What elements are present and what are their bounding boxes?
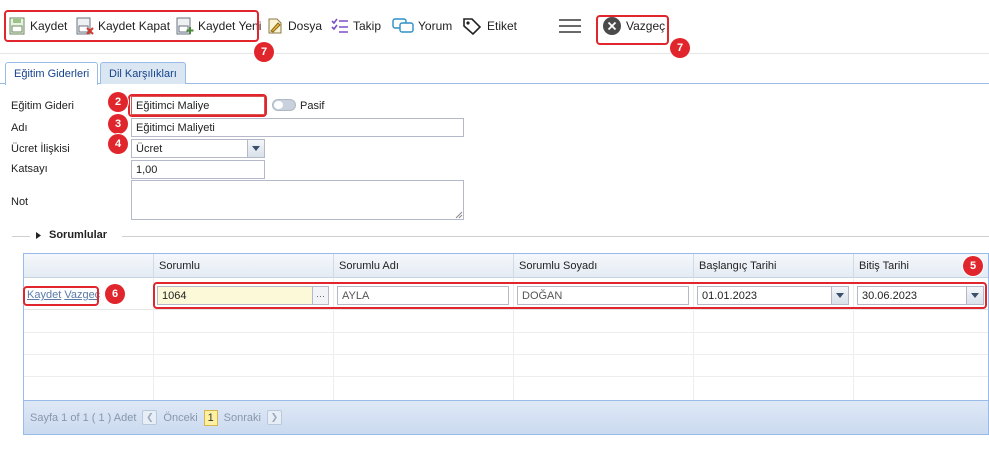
note-textarea[interactable] xyxy=(131,180,464,220)
cancel-button[interactable]: Vazgeç xyxy=(602,12,665,40)
row-actions: Kaydet Vazgeç xyxy=(27,289,100,301)
save-close-button[interactable]: Kaydet Kapat xyxy=(76,12,170,40)
responsible-name-input[interactable]: AYLA xyxy=(337,286,509,305)
close-circle-icon xyxy=(602,16,622,36)
column-header-surname[interactable]: Sorumlu Soyadı xyxy=(513,254,693,278)
column-header-name[interactable]: Sorumlu Adı xyxy=(333,254,513,278)
expense-input[interactable]: Eğitimci Maliye xyxy=(131,96,265,115)
save-new-icon xyxy=(176,16,194,36)
coefficient-input[interactable]: 1,00 xyxy=(131,160,265,179)
expense-label: Eğitim Gideri xyxy=(11,100,74,112)
table-row xyxy=(24,377,988,399)
chevron-down-icon[interactable] xyxy=(247,140,264,157)
row-save-link[interactable]: Kaydet xyxy=(27,289,61,301)
resize-handle-icon[interactable] xyxy=(455,211,463,219)
checklist-icon xyxy=(331,16,349,36)
tab-language-equivalents[interactable]: Dil Karşılıkları xyxy=(100,62,186,84)
passive-label: Pasif xyxy=(300,100,325,112)
start-date-select[interactable]: 01.01.2023 xyxy=(697,286,849,305)
tag-icon xyxy=(461,16,483,36)
annotation-badge-7b: 7 xyxy=(670,38,690,58)
file-button[interactable]: Dosya xyxy=(266,12,322,40)
row-cancel-link[interactable]: Vazgeç xyxy=(64,289,100,301)
save-button[interactable]: Kaydet xyxy=(8,12,67,40)
table-row xyxy=(24,333,988,355)
section-divider-right xyxy=(122,236,989,237)
annotation-badge-3: 3 xyxy=(108,114,128,134)
tag-button[interactable]: Etiket xyxy=(461,12,517,40)
menu-button[interactable] xyxy=(558,12,582,40)
column-header-start-date[interactable]: Başlangıç Tarihi xyxy=(693,254,853,278)
chevron-left-icon[interactable]: ❮ xyxy=(142,410,158,425)
tab-bar: Eğitim Giderleri Dil Karşılıkları xyxy=(0,60,989,85)
tab-training-expenses[interactable]: Eğitim Giderleri xyxy=(5,62,99,85)
annotation-badge-7a: 7 xyxy=(254,42,274,62)
toolbar: Kaydet Kaydet Kapat Kaydet Yeni Dosya Ta… xyxy=(0,0,989,54)
pager-next[interactable]: Sonraki xyxy=(224,412,261,424)
file-icon xyxy=(266,16,284,36)
chevron-down-icon[interactable] xyxy=(966,287,983,304)
comment-icon xyxy=(392,16,414,36)
pager-summary: Sayfa 1 of 1 ( 1 ) Adet xyxy=(30,411,137,424)
fee-relation-select[interactable]: Ücret xyxy=(131,139,265,158)
name-label: Adı xyxy=(11,122,28,134)
fee-relation-value: Ücret xyxy=(136,142,163,155)
table-row xyxy=(24,311,988,333)
comment-button[interactable]: Yorum xyxy=(392,12,452,40)
chevron-down-icon[interactable] xyxy=(831,287,848,304)
responsible-code-input[interactable]: 1064 ··· xyxy=(157,286,329,305)
save-icon xyxy=(8,16,26,36)
section-divider-left xyxy=(12,236,30,237)
annotation-badge-4: 4 xyxy=(108,134,128,154)
annotation-badge-5: 5 xyxy=(963,256,983,276)
passive-toggle[interactable] xyxy=(272,99,296,111)
section-header[interactable]: Sorumlular xyxy=(36,229,107,241)
follow-button[interactable]: Takip xyxy=(331,12,381,40)
caret-right-icon xyxy=(36,231,41,239)
grid-header: Sorumlu Sorumlu Adı Sorumlu Soyadı Başla… xyxy=(24,254,988,278)
table-row-editing: Kaydet Vazgeç 1064 ··· AYLA DOĞAN 01.01.… xyxy=(24,284,988,310)
pager-current-page[interactable]: 1 xyxy=(203,409,218,426)
section-title: Sorumlular xyxy=(49,229,108,241)
table-row xyxy=(24,355,988,377)
chevron-right-icon[interactable]: ❯ xyxy=(266,410,282,425)
save-new-button[interactable]: Kaydet Yeni xyxy=(176,12,261,40)
responsible-surname-input[interactable]: DOĞAN xyxy=(517,286,689,305)
pager: Sayfa 1 of 1 ( 1 ) Adet ❮ Önceki 1 Sonra… xyxy=(24,400,988,434)
responsible-grid: Sorumlu Sorumlu Adı Sorumlu Soyadı Başla… xyxy=(23,253,989,435)
save-close-icon xyxy=(76,16,94,36)
end-date-select[interactable]: 30.06.2023 xyxy=(857,286,984,305)
pager-prev[interactable]: Önceki xyxy=(163,412,197,424)
annotation-badge-6: 6 xyxy=(105,284,125,304)
name-input[interactable]: Eğitimci Maliyeti xyxy=(131,118,464,137)
coefficient-label: Katsayı xyxy=(11,163,48,175)
column-header-responsible[interactable]: Sorumlu xyxy=(153,254,333,278)
annotation-badge-2: 2 xyxy=(108,92,128,112)
hamburger-icon xyxy=(558,16,582,36)
note-label: Not xyxy=(11,196,29,208)
ellipsis-icon[interactable]: ··· xyxy=(312,287,328,304)
fee-relation-label: Ücret İlişkisi xyxy=(11,143,70,155)
